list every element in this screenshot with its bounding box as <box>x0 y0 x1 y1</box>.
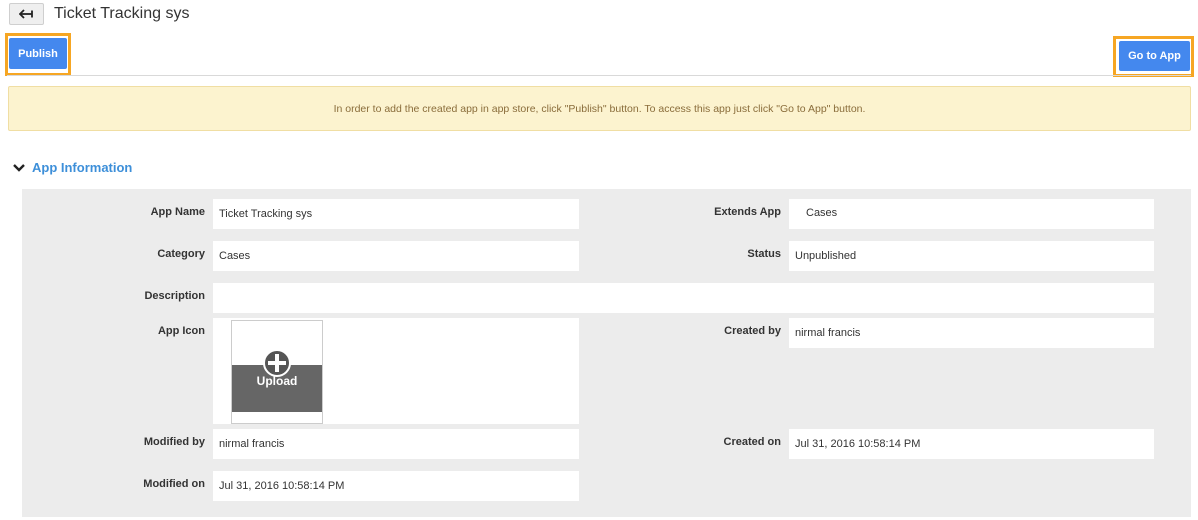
publish-button[interactable]: Publish <box>9 38 67 69</box>
extends-app-label: Extends App <box>714 206 781 218</box>
app-icon-label: App Icon <box>157 325 205 337</box>
header-divider <box>7 75 1191 76</box>
chevron-down-icon <box>13 163 25 172</box>
created-by-field[interactable]: nirmal francis <box>789 318 1154 348</box>
created-on-label: Created on <box>723 436 781 448</box>
category-field[interactable]: Cases <box>213 241 579 271</box>
back-arrow-icon <box>18 9 33 19</box>
modified-on-field[interactable]: Jul 31, 2016 10:58:14 PM <box>213 471 579 501</box>
created-by-label: Created by <box>724 325 781 337</box>
status-label: Status <box>747 248 781 260</box>
modified-by-field[interactable]: nirmal francis <box>213 429 579 459</box>
page-title: Ticket Tracking sys <box>54 5 190 22</box>
created-on-field[interactable]: Jul 31, 2016 10:58:14 PM <box>789 429 1154 459</box>
category-label: Category <box>157 248 205 260</box>
modified-on-label: Modified on <box>143 478 205 490</box>
app-name-label: App Name <box>150 206 205 218</box>
upload-label: Upload <box>256 374 298 388</box>
back-button[interactable] <box>9 3 44 25</box>
app-information-toggle[interactable]: App Information <box>12 160 132 175</box>
extends-app-field[interactable]: Cases <box>789 199 1154 229</box>
description-field[interactable] <box>213 283 1154 313</box>
info-notice: In order to add the created app in app s… <box>8 86 1191 131</box>
notice-text: In order to add the created app in app s… <box>333 102 866 115</box>
go-to-app-button[interactable]: Go to App <box>1119 41 1190 71</box>
section-title: App Information <box>32 160 133 175</box>
status-field[interactable]: Unpublished <box>789 241 1154 271</box>
upload-icon-button[interactable]: Upload <box>231 320 323 424</box>
app-name-field[interactable]: Ticket Tracking sys <box>213 199 579 229</box>
modified-by-label: Modified by <box>143 436 205 448</box>
app-info-panel <box>22 189 1191 517</box>
description-label: Description <box>144 290 205 302</box>
